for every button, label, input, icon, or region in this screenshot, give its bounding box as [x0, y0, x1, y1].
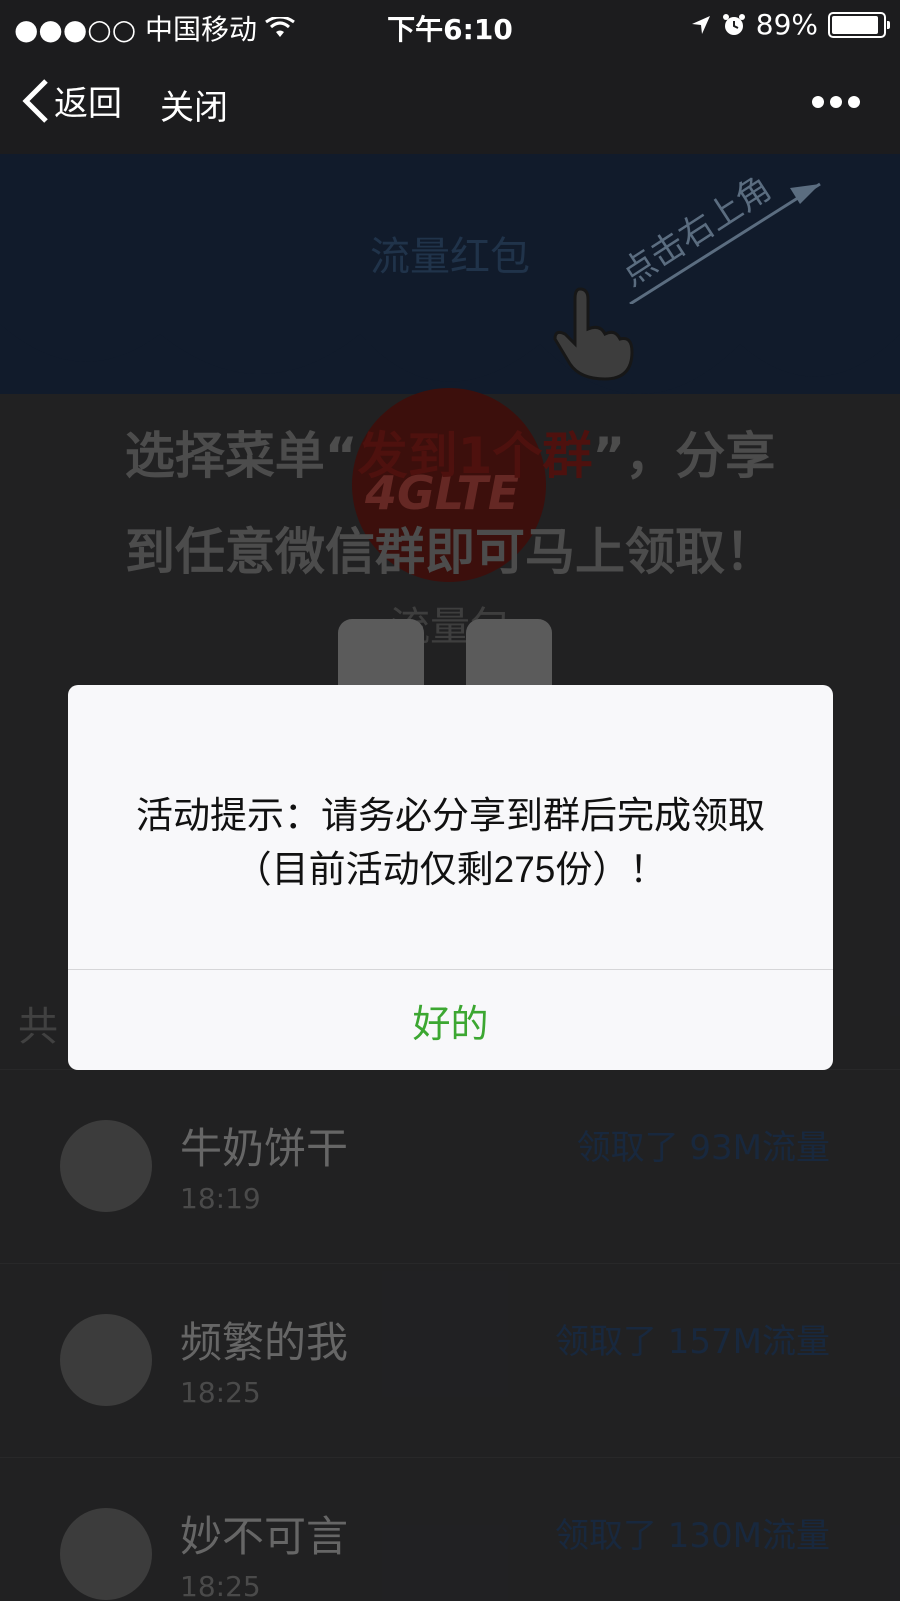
nav-bar: 返回 关闭	[0, 50, 900, 154]
more-dot-icon	[812, 96, 824, 108]
dialog-message-line-1: 活动提示：请务必分享到群后完成领取	[136, 795, 765, 836]
chevron-left-icon	[22, 78, 48, 123]
location-arrow-icon	[691, 15, 710, 34]
battery-percent: 89%	[755, 8, 818, 41]
more-dot-icon	[848, 96, 860, 108]
back-button[interactable]: 返回	[22, 76, 122, 125]
status-bar: ●●●○○ 中国移动 下午6:10 89%	[0, 0, 900, 50]
more-dot-icon	[830, 96, 842, 108]
battery-icon	[828, 11, 890, 38]
status-right-group: 89%	[690, 8, 890, 41]
alert-dialog: 活动提示：请务必分享到群后完成领取 （目前活动仅剩275份）！ 好的	[68, 685, 833, 1070]
close-button[interactable]: 关闭	[160, 80, 228, 129]
dialog-message-line-2: （目前活动仅剩275份）！	[234, 849, 667, 890]
alarm-clock-icon	[722, 13, 745, 35]
confirm-button[interactable]: 好的	[68, 970, 833, 1070]
more-options-button[interactable]	[812, 96, 860, 108]
dialog-message: 活动提示：请务必分享到群后完成领取 （目前活动仅剩275份）！	[98, 789, 803, 897]
back-label: 返回	[54, 84, 122, 124]
